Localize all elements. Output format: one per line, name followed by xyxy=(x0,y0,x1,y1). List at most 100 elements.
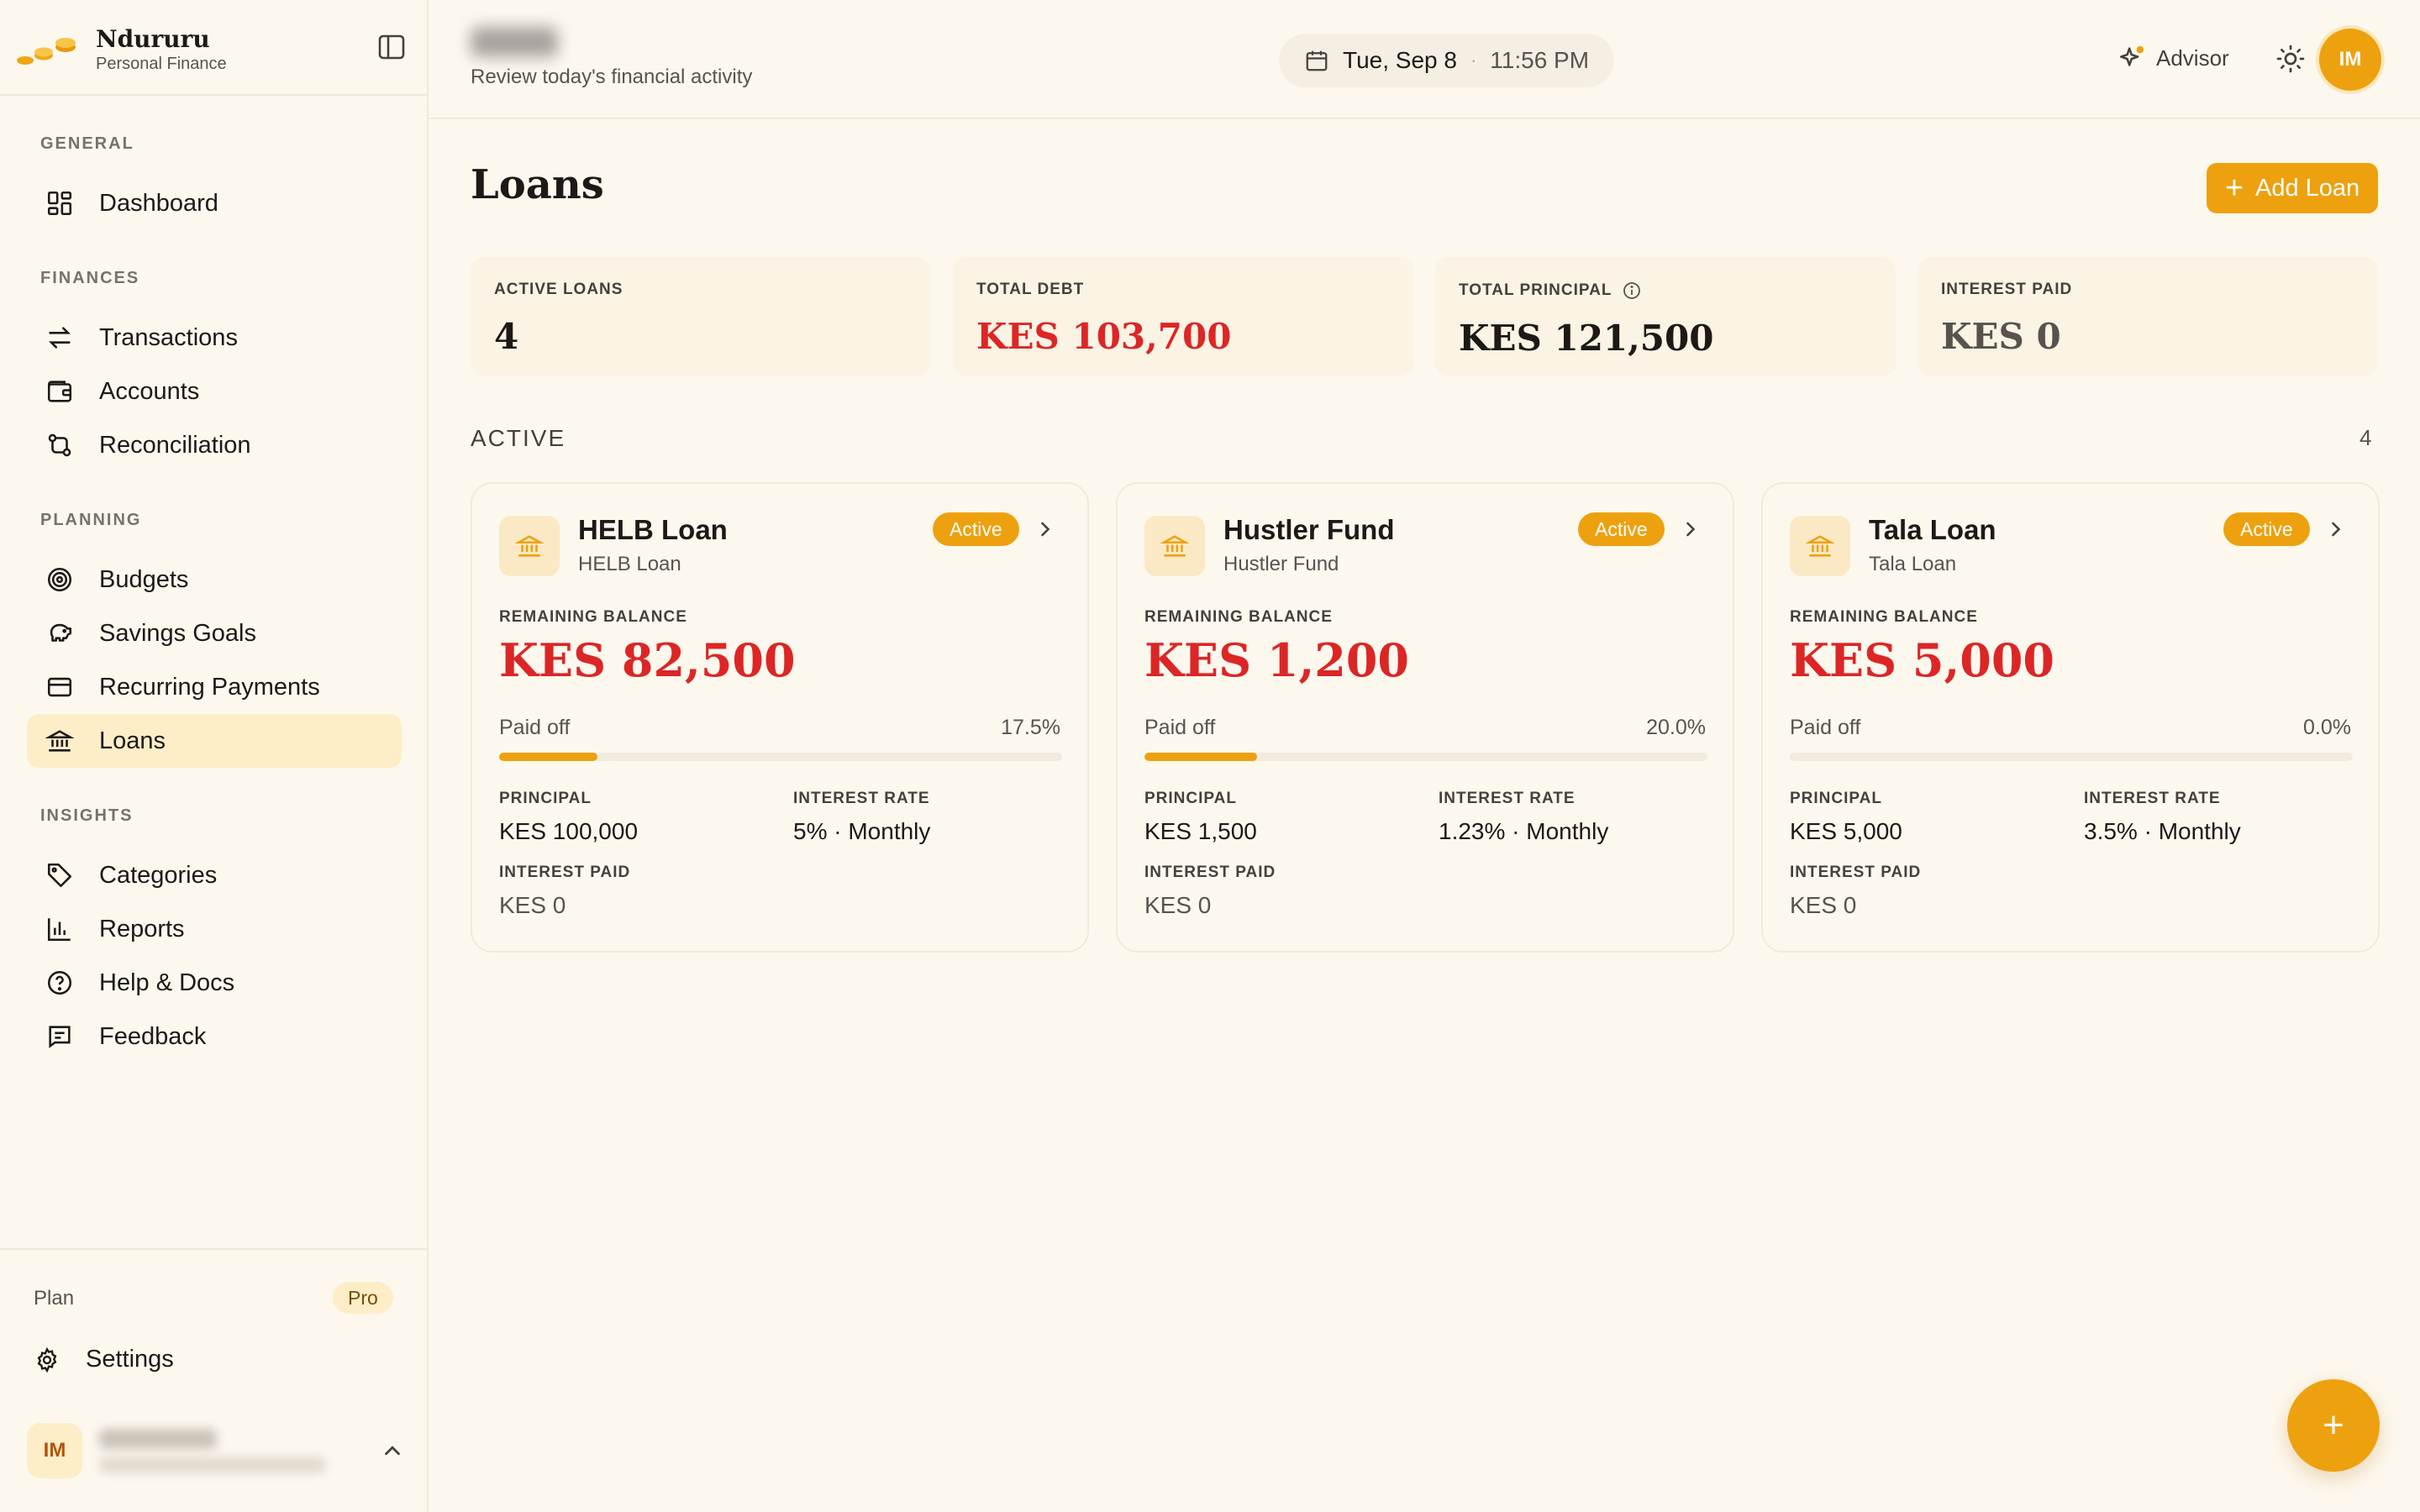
loan-name: Hustler Fund xyxy=(1223,514,1395,545)
progress-fill xyxy=(499,753,598,761)
stat-card-active-loans: ACTIVE LOANS 4 xyxy=(471,257,931,376)
stat-value: KES 0 xyxy=(1941,316,2061,357)
stat-label: ACTIVE LOANS xyxy=(494,281,623,298)
sidebar-item-accounts[interactable]: Accounts xyxy=(27,365,402,418)
interest-paid-label: INTEREST PAID xyxy=(499,864,631,881)
add-loan-button[interactable]: + Add Loan xyxy=(2207,163,2378,213)
sidebar-item-dashboard[interactable]: Dashboard xyxy=(27,176,402,230)
stat-label: INTEREST PAID xyxy=(1941,281,2073,298)
quick-add-button[interactable]: + xyxy=(2287,1379,2380,1472)
nav-section-general: GENERAL xyxy=(40,134,134,153)
progress-bar xyxy=(499,753,1062,761)
loan-card[interactable]: Hustler Fund Hustler Fund Active REMAINI… xyxy=(1116,482,1734,953)
plus-icon: + xyxy=(2224,171,2244,206)
avatar[interactable]: IM xyxy=(2319,29,2381,91)
sidebar-item-help-docs[interactable]: Help & Docs xyxy=(27,956,402,1010)
loan-card[interactable]: Tala Loan Tala Loan Active REMAINING BAL… xyxy=(1761,482,2380,953)
sidebar-item-transactions[interactable]: Transactions xyxy=(27,311,402,365)
plan-badge[interactable]: Pro xyxy=(333,1282,393,1314)
sidebar-item-settings[interactable]: Settings xyxy=(34,1346,174,1373)
bank-icon xyxy=(45,730,74,752)
settings-label: Settings xyxy=(86,1346,174,1373)
sidebar-item-reports[interactable]: Reports xyxy=(27,902,402,956)
sidebar-item-categories[interactable]: Categories xyxy=(27,848,402,902)
status-badge: Active xyxy=(2223,512,2310,546)
paid-off-label: Paid off xyxy=(1144,716,1216,739)
divider xyxy=(0,1248,427,1250)
sidebar-item-recurring-payments[interactable]: Recurring Payments xyxy=(27,660,402,714)
bank-icon xyxy=(1790,516,1850,576)
avatar: IM xyxy=(27,1423,82,1478)
sun-icon[interactable] xyxy=(2275,44,2306,74)
paid-off-label: Paid off xyxy=(1790,716,1861,739)
sidebar-item-label: Help & Docs xyxy=(99,969,235,996)
sidebar-item-label: Recurring Payments xyxy=(99,673,320,701)
brand[interactable]: Ndururu Personal Finance xyxy=(15,25,227,76)
add-loan-label: Add Loan xyxy=(2255,174,2360,202)
chevron-right-icon[interactable] xyxy=(1679,517,1702,541)
stat-label: TOTAL DEBT xyxy=(976,281,1085,298)
gear-icon xyxy=(37,1347,57,1373)
loan-subtitle: Tala Loan xyxy=(1869,553,1957,575)
sidebar-item-loans[interactable]: Loans xyxy=(27,714,402,768)
stat-card-interest-paid: INTEREST PAID KES 0 xyxy=(1918,257,2378,376)
info-icon[interactable] xyxy=(1622,281,1642,301)
principal-label: PRINCIPAL xyxy=(1144,790,1237,807)
sidebar-toggle-icon[interactable] xyxy=(376,34,407,60)
sidebar-item-feedback[interactable]: Feedback xyxy=(27,1010,402,1063)
principal-label: PRINCIPAL xyxy=(499,790,592,807)
sidebar-item-label: Feedback xyxy=(99,1022,207,1050)
interest-paid-value: KES 0 xyxy=(1790,892,1857,918)
arrows-icon xyxy=(49,327,71,349)
sidebar-item-label: Savings Goals xyxy=(99,619,256,647)
sidebar-item-savings-goals[interactable]: Savings Goals xyxy=(27,606,402,660)
help-icon xyxy=(47,970,72,995)
interest-rate-label: INTEREST RATE xyxy=(2084,790,2221,807)
nav-section-planning: PLANNING xyxy=(40,511,142,529)
sidebar-item-label: Reports xyxy=(99,915,185,942)
loan-name: HELB Loan xyxy=(578,514,728,545)
remaining-balance-label: REMAINING BALANCE xyxy=(1144,608,1333,626)
paid-off-percent: 0.0% xyxy=(2303,716,2351,739)
sidebar: Ndururu Personal Finance GENERAL Dashboa… xyxy=(0,0,429,1512)
sidebar-item-label: Categories xyxy=(99,861,218,889)
chevron-up-icon[interactable] xyxy=(380,1438,405,1463)
advisor-label: Advisor xyxy=(2156,45,2229,71)
message-icon xyxy=(49,1026,71,1048)
remaining-balance-label: REMAINING BALANCE xyxy=(1790,608,1978,626)
bar-chart-icon xyxy=(47,918,71,942)
sidebar-item-budgets[interactable]: Budgets xyxy=(27,553,402,606)
greeting-redacted xyxy=(471,27,558,57)
current-time: 11:56 PM xyxy=(1490,47,1590,73)
loan-card[interactable]: HELB Loan HELB Loan Active REMAINING BAL… xyxy=(471,482,1089,953)
sidebar-item-label: Accounts xyxy=(99,377,200,405)
chevron-right-icon[interactable] xyxy=(2324,517,2348,541)
advisor-button[interactable]: Advisor xyxy=(2118,44,2229,72)
stat-value: KES 103,700 xyxy=(976,316,1232,357)
paid-off-percent: 17.5% xyxy=(1001,716,1060,739)
interest-paid-label: INTEREST PAID xyxy=(1790,864,1922,881)
interest-paid-value: KES 0 xyxy=(1144,892,1212,918)
interest-rate-label: INTEREST RATE xyxy=(1439,790,1576,807)
user-menu[interactable]: IM xyxy=(27,1421,405,1480)
dashboard-icon xyxy=(47,191,72,216)
sparkle-icon xyxy=(2119,45,2144,66)
section-title: ACTIVE xyxy=(471,425,566,451)
remaining-balance: KES 5,000 xyxy=(1790,633,2054,687)
target-icon xyxy=(47,567,72,592)
loan-subtitle: HELB Loan xyxy=(578,553,681,575)
status-badge: Active xyxy=(1578,512,1665,546)
page-title: Loans xyxy=(471,161,604,208)
progress-bar xyxy=(1144,753,1707,761)
date-time-pill[interactable]: Tue, Sep 8 · 11:56 PM xyxy=(1279,34,1615,87)
divider xyxy=(0,94,427,96)
stat-label-row: TOTAL PRINCIPAL xyxy=(1459,281,1872,301)
chevron-right-icon[interactable] xyxy=(1034,517,1057,541)
stat-value: KES 121,500 xyxy=(1459,318,1714,359)
interest-paid-label: INTEREST PAID xyxy=(1144,864,1276,881)
progress-bar xyxy=(1790,753,2353,761)
sidebar-item-reconciliation[interactable]: Reconciliation xyxy=(27,418,402,472)
calendar-icon xyxy=(1306,50,1328,71)
wallet-icon xyxy=(47,381,72,402)
remaining-balance: KES 1,200 xyxy=(1144,633,1409,687)
